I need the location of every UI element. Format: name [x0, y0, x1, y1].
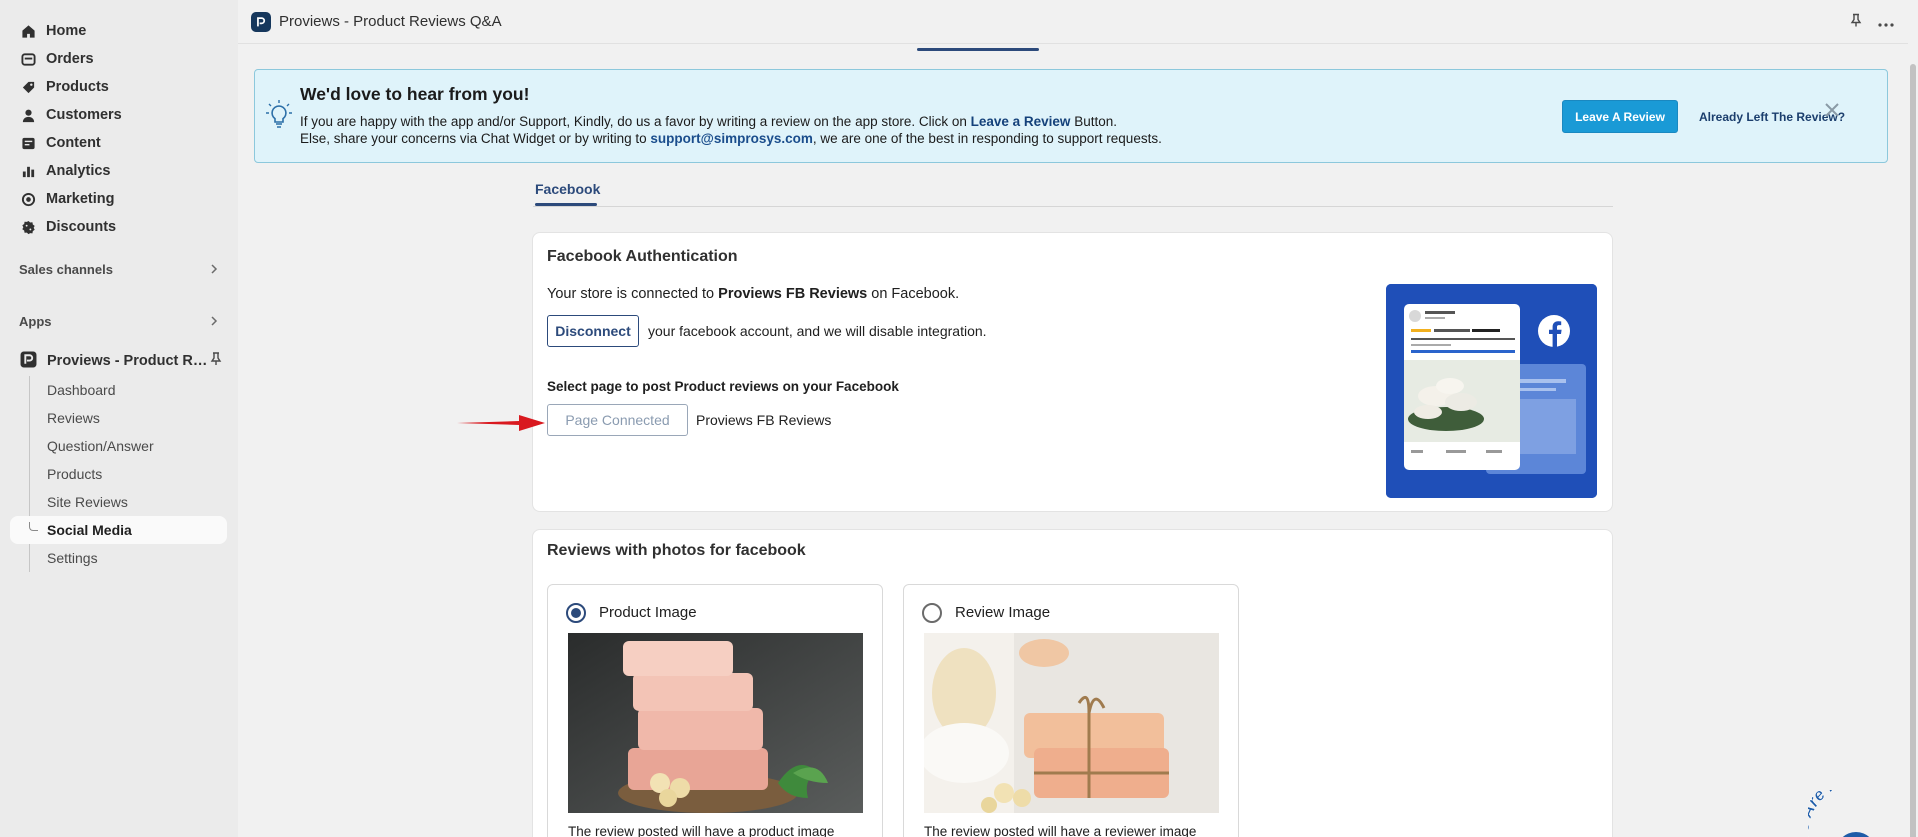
facebook-auth-heading: Facebook Authentication [547, 248, 738, 265]
nav-discounts[interactable]: Discounts [0, 213, 238, 241]
banner-line-2: Else, share your concerns via Chat Widge… [300, 131, 1162, 146]
app-topbar: Proviews - Product Reviews Q&A [238, 0, 1908, 44]
pin-icon[interactable] [1850, 13, 1862, 31]
tab-active-underline [535, 203, 597, 206]
product-image-label: Product Image [599, 604, 697, 621]
nav-content-label: Content [46, 135, 101, 151]
nav-products-label: Products [46, 79, 109, 95]
proviews-app-icon [20, 351, 37, 372]
we-are-here-text: We Are Here! [1808, 790, 1874, 837]
banner-line-1-post: Button. [1070, 114, 1117, 129]
more-options-icon[interactable] [1878, 14, 1894, 30]
sales-channels-label: Sales channels [19, 261, 113, 277]
sidebar-item-site-reviews[interactable]: Site Reviews [10, 488, 227, 516]
nav-home[interactable]: Home [0, 17, 238, 45]
nav-analytics-label: Analytics [46, 163, 111, 179]
leave-review-button[interactable]: Leave A Review [1562, 100, 1678, 133]
sidebar: Home Orders Products Customers Content A… [0, 0, 238, 837]
sidebar-item-reviews[interactable]: Reviews [10, 404, 227, 432]
app-nav-indicator [917, 48, 1039, 51]
pin-icon[interactable] [210, 352, 222, 370]
content-icon [20, 135, 36, 151]
chevron-right-icon [210, 314, 218, 329]
nav-analytics[interactable]: Analytics [0, 157, 238, 185]
close-icon[interactable] [1825, 103, 1839, 120]
product-image-description: The review posted will have a product im… [568, 824, 835, 837]
marketing-icon [20, 191, 36, 207]
reviews-with-photos-heading: Reviews with photos for facebook [547, 542, 806, 559]
apps-section[interactable]: Apps [0, 307, 238, 335]
apps-label: Apps [19, 313, 52, 329]
svg-text:We Are Here!: We Are Here! [1808, 790, 1874, 837]
nav-marketing[interactable]: Marketing [0, 185, 238, 213]
app-name-label: Proviews - Product Re... [47, 353, 210, 369]
selected-page-name: Proviews FB Reviews [696, 412, 832, 428]
nav-orders[interactable]: Orders [0, 45, 238, 73]
app-submenu: Dashboard Reviews Question/Answer Produc… [0, 376, 238, 572]
connection-status-post: on Facebook. [867, 286, 960, 302]
product-image-option[interactable]: Product Image The review posted will hav… [547, 584, 883, 837]
proviews-logo-icon [251, 11, 271, 32]
disconnect-description: your facebook account, and we will disab… [648, 323, 987, 339]
tab-bar: Facebook [533, 176, 1613, 207]
home-icon [20, 23, 36, 39]
nav-orders-label: Orders [46, 51, 94, 67]
already-left-review-button[interactable]: Already Left The Review? [1699, 110, 1845, 124]
nav-products[interactable]: Products [0, 73, 238, 101]
banner-heading: We'd love to hear from you! [300, 84, 530, 104]
connected-page-name: Proviews FB Reviews [718, 286, 868, 302]
sidebar-item-settings[interactable]: Settings [10, 544, 227, 572]
leave-a-review-link[interactable]: Leave a Review [971, 114, 1071, 129]
scrollbar[interactable] [1908, 44, 1918, 837]
products-icon [20, 79, 36, 95]
connection-status-pre: Your store is connected to [547, 286, 719, 302]
review-image-description: The review posted will have a reviewer i… [924, 824, 1197, 837]
chevron-right-icon [210, 262, 218, 277]
orders-icon [20, 51, 36, 67]
product-image-preview [568, 633, 863, 813]
red-arrow-annotation [457, 415, 545, 431]
page-connected-button[interactable]: Page Connected [547, 404, 688, 436]
banner-line-1: If you are happy with the app and/or Sup… [300, 114, 1117, 129]
connection-status: Your store is connected to Proviews FB R… [547, 286, 959, 302]
customers-icon [20, 107, 36, 123]
sidebar-item-products[interactable]: Products [10, 460, 227, 488]
app-title: Proviews - Product Reviews Q&A [279, 13, 502, 30]
reviews-with-photos-card: Reviews with photos for facebook Product… [532, 529, 1613, 837]
banner-line-2-post: , we are one of the best in responding t… [812, 131, 1162, 146]
nav-customers-label: Customers [46, 107, 122, 123]
nav-customers[interactable]: Customers [0, 101, 238, 129]
scrollbar-thumb[interactable] [1910, 64, 1916, 837]
review-image-label: Review Image [955, 604, 1051, 621]
banner-line-1-pre: If you are happy with the app and/or Sup… [300, 114, 971, 129]
sidebar-item-social-media[interactable]: Social Media [10, 516, 227, 544]
review-request-banner: We'd love to hear from you! If you are h… [254, 69, 1888, 163]
tab-facebook[interactable]: Facebook [535, 181, 600, 197]
sidebar-item-dashboard[interactable]: Dashboard [10, 376, 227, 404]
review-image-preview [924, 633, 1219, 813]
nav-discounts-label: Discounts [46, 219, 117, 235]
discounts-icon [20, 219, 36, 235]
review-image-radio[interactable] [922, 603, 942, 623]
disconnect-button[interactable]: Disconnect [547, 315, 639, 347]
facebook-auth-card: Facebook Authentication Your store is co… [532, 232, 1613, 512]
lightbulb-icon [266, 100, 292, 133]
nav-marketing-label: Marketing [46, 191, 115, 207]
select-page-label: Select page to post Product reviews on y… [547, 379, 899, 394]
banner-line-2-pre: Else, share your concerns via Chat Widge… [300, 131, 651, 146]
product-image-radio[interactable] [566, 603, 586, 623]
sidebar-item-question-answer[interactable]: Question/Answer [10, 432, 227, 460]
nav-home-label: Home [46, 23, 87, 39]
nav-content[interactable]: Content [0, 129, 238, 157]
we-are-here-chat-badge[interactable]: We Are Here! [1808, 790, 1908, 837]
support-email-link[interactable]: support@simprosys.com [650, 131, 812, 146]
review-image-option[interactable]: Review Image The review posted will have… [903, 584, 1239, 837]
analytics-icon [20, 163, 36, 179]
facebook-preview-illustration [1386, 284, 1597, 498]
sales-channels-section[interactable]: Sales channels [0, 255, 238, 283]
app-proviews[interactable]: Proviews - Product Re... [0, 346, 238, 376]
